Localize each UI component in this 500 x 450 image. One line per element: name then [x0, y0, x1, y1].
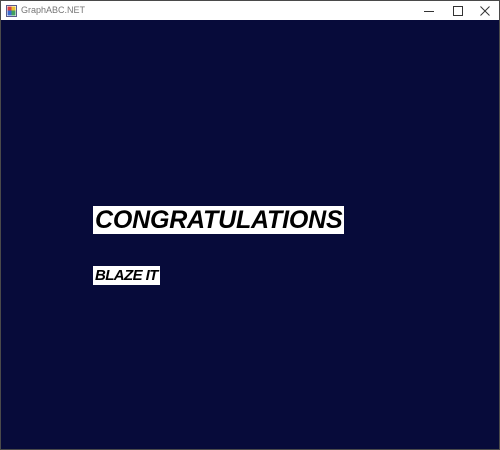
minimize-button[interactable] [413, 1, 445, 20]
close-icon [480, 5, 490, 16]
window-title: GraphABC.NET [21, 5, 86, 15]
title-bar[interactable]: GraphABC.NET [1, 1, 499, 20]
app-window: GraphABC.NET CONGRATULATIONS BLAZE IT [0, 0, 500, 450]
congratulations-label: CONGRATULATIONS [93, 206, 345, 234]
graphics-canvas[interactable]: CONGRATULATIONS BLAZE IT [1, 20, 499, 449]
app-icon[interactable] [6, 4, 17, 17]
blaze-it-label: BLAZE IT [93, 266, 160, 285]
close-button[interactable] [469, 1, 499, 20]
maximize-icon [453, 5, 463, 16]
minimize-icon [424, 10, 434, 12]
